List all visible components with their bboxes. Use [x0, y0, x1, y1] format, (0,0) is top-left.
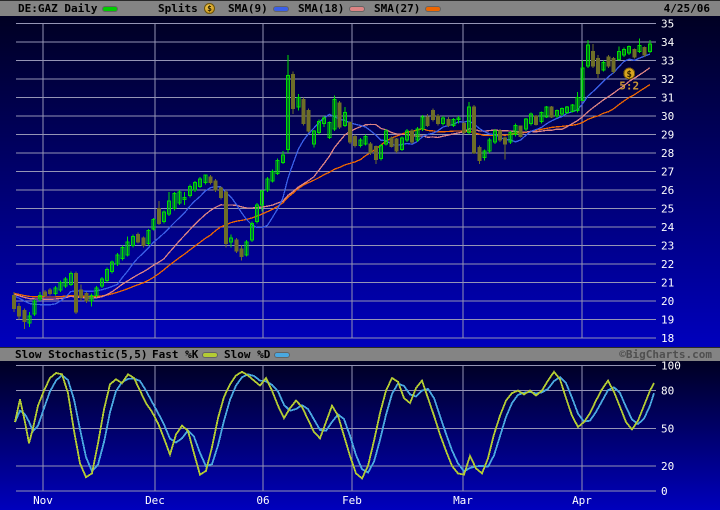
stochastic-title: Slow Stochastic(5,5) — [15, 348, 148, 361]
svg-text:18: 18 — [661, 332, 674, 345]
svg-text:$: $ — [627, 70, 632, 80]
svg-text:5:2: 5:2 — [619, 79, 639, 92]
svg-text:23: 23 — [661, 240, 674, 253]
svg-text:100: 100 — [661, 361, 681, 373]
sma18-label: SMA(18) — [298, 2, 345, 15]
bigcharts-screenshot: DE:GAZ Daily Splits $ SMA(9) SMA(18) SMA… — [0, 0, 720, 510]
splits-coin-icon: $ — [204, 3, 215, 14]
svg-text:33: 33 — [661, 55, 674, 68]
slow-d-label: Slow %D — [224, 348, 271, 361]
chart-date: 4/25/06 — [663, 2, 710, 15]
svg-text:32: 32 — [661, 73, 674, 86]
svg-text:21: 21 — [661, 277, 674, 290]
svg-text:80: 80 — [661, 385, 674, 398]
indicator-title-bar: Slow Stochastic(5,5) Fast %K Slow %D ©Bi… — [0, 347, 720, 361]
svg-text:Nov: Nov — [33, 494, 53, 507]
slow-d-swatch — [275, 353, 289, 357]
svg-text:34: 34 — [661, 36, 675, 49]
svg-text:20: 20 — [661, 460, 674, 473]
price-chart: 35 34 33 32 31 30 29 28 27 26 25 24 23 22 21 20 19 18 $5:2 — [12, 18, 675, 345]
svg-text:22: 22 — [661, 258, 674, 271]
svg-text:0: 0 — [661, 485, 668, 498]
stochastic-panel: 100 80 50 20 0 Nov Dec 06 Feb Mar Apr — [0, 361, 720, 510]
svg-text:20: 20 — [661, 295, 674, 308]
sma9-label: SMA(9) — [228, 2, 268, 15]
sma27-label: SMA(27) — [374, 2, 421, 15]
symbol-title: DE:GAZ Daily — [18, 2, 98, 15]
copyright: ©BigCharts.com — [619, 348, 712, 361]
sma18-swatch — [350, 7, 364, 11]
svg-text:25: 25 — [661, 203, 674, 216]
sma27-swatch — [426, 7, 440, 11]
svg-text:Dec: Dec — [145, 494, 165, 507]
chart-title-bar: DE:GAZ Daily Splits $ SMA(9) SMA(18) SMA… — [0, 0, 720, 16]
svg-text:Apr: Apr — [572, 494, 592, 507]
splits-label: Splits — [158, 2, 198, 15]
svg-text:24: 24 — [661, 221, 675, 234]
svg-text:27: 27 — [661, 166, 674, 179]
svg-text:Feb: Feb — [342, 494, 362, 507]
svg-text:06: 06 — [256, 494, 269, 507]
price-panel: 35 34 33 32 31 30 29 28 27 26 25 24 23 22 21 20 19 18 $5:2 — [0, 16, 720, 347]
stochastic-chart: 100 80 50 20 0 Nov Dec 06 Feb Mar Apr — [14, 361, 681, 507]
svg-text:31: 31 — [661, 92, 674, 105]
svg-text:50: 50 — [661, 422, 674, 435]
price-series-swatch — [103, 7, 117, 11]
fast-k-swatch — [203, 353, 217, 357]
sma9-swatch — [274, 7, 288, 11]
fast-k-label: Fast %K — [152, 348, 199, 361]
svg-text:Mar: Mar — [453, 494, 473, 507]
svg-text:28: 28 — [661, 147, 674, 160]
svg-text:26: 26 — [661, 184, 674, 197]
svg-text:35: 35 — [661, 18, 674, 31]
svg-text:19: 19 — [661, 314, 674, 327]
svg-text:30: 30 — [661, 110, 674, 123]
svg-text:29: 29 — [661, 129, 674, 142]
